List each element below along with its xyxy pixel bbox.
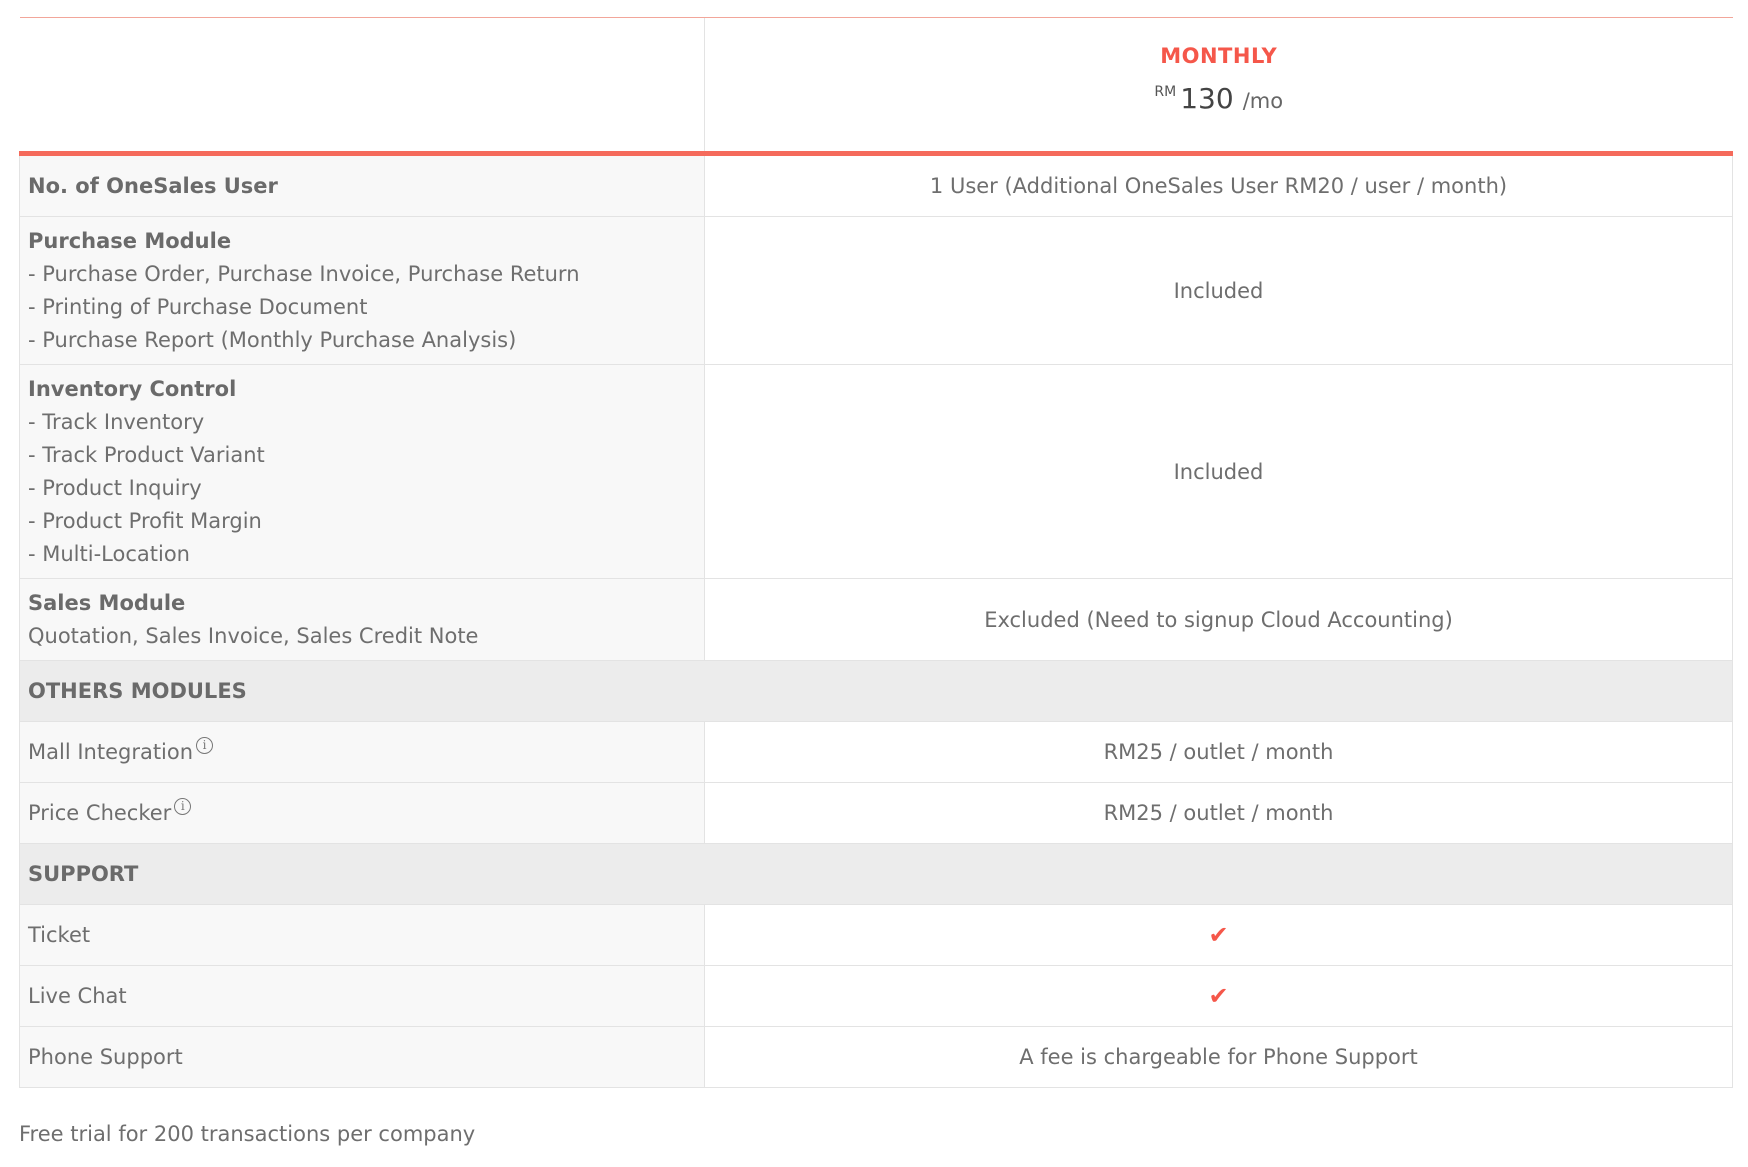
plan-header-row: MONTHLY RM 130 /mo xyxy=(19,17,1733,156)
table-row-inventory-control: Inventory Control - Track Inventory - Tr… xyxy=(19,364,1733,579)
row-label: Live Chat xyxy=(19,965,705,1027)
table-row-purchase-module: Purchase Module - Purchase Order, Purcha… xyxy=(19,216,1733,365)
row-value: 1 User (Additional OneSales User RM20 / … xyxy=(704,153,1733,217)
row-label: Sales Module Quotation, Sales Invoice, S… xyxy=(19,578,705,661)
table-row-phone-support: Phone Support A fee is chargeable for Ph… xyxy=(19,1026,1733,1088)
row-label: Phone Support xyxy=(19,1026,705,1088)
header-empty-cell xyxy=(19,17,705,156)
row-value: ✔ xyxy=(704,965,1733,1027)
row-label: Purchase Module - Purchase Order, Purcha… xyxy=(19,216,705,365)
plan-header-cell: MONTHLY RM 130 /mo xyxy=(704,17,1733,156)
row-label: Inventory Control - Track Inventory - Tr… xyxy=(19,364,705,579)
row-value: Included xyxy=(704,216,1733,365)
section-heading: SUPPORT xyxy=(19,843,1733,905)
feature-title: Inventory Control xyxy=(28,376,237,401)
plan-name: MONTHLY xyxy=(1160,44,1278,68)
price-amount: 130 xyxy=(1180,82,1234,115)
row-label: No. of OneSales User xyxy=(19,153,705,217)
table-row-users: No. of OneSales User 1 User (Additional … xyxy=(19,153,1733,217)
row-value: Excluded (Need to signup Cloud Accountin… xyxy=(704,578,1733,661)
table-row-sales-module: Sales Module Quotation, Sales Invoice, S… xyxy=(19,578,1733,661)
section-header-support: SUPPORT xyxy=(19,843,1733,905)
table-row-ticket: Ticket ✔ xyxy=(19,904,1733,966)
price-period: /mo xyxy=(1242,89,1284,113)
section-heading: OTHERS MODULES xyxy=(19,660,1733,722)
row-value: ✔ xyxy=(704,904,1733,966)
table-row-mall-integration: Mall Integration i RM25 / outlet / month xyxy=(19,721,1733,783)
footer-note: Free trial for 200 transactions per comp… xyxy=(19,1122,476,1146)
feature-item: - Product Inquiry xyxy=(28,475,202,500)
feature-item: - Printing of Purchase Document xyxy=(28,294,368,319)
row-label: Mall Integration i xyxy=(19,721,705,783)
row-value: A fee is chargeable for Phone Support xyxy=(704,1026,1733,1088)
info-icon[interactable]: i xyxy=(174,797,192,815)
check-icon: ✔ xyxy=(1208,982,1229,1010)
table-row-live-chat: Live Chat ✔ xyxy=(19,965,1733,1027)
feature-subtitle: Quotation, Sales Invoice, Sales Credit N… xyxy=(28,623,479,648)
feature-title: Sales Module xyxy=(28,590,186,615)
feature-item: - Track Inventory xyxy=(28,409,205,434)
pricing-table: MONTHLY RM 130 /mo No. of OneSales User 1… xyxy=(19,17,1733,1088)
feature-item: - Multi-Location xyxy=(28,541,190,566)
row-value: Included xyxy=(704,364,1733,579)
feature-item: - Product Profit Margin xyxy=(28,508,262,533)
table-row-price-checker: Price Checker i RM25 / outlet / month xyxy=(19,782,1733,844)
price-currency: RM xyxy=(1154,84,1177,100)
pricing-table-container: MONTHLY RM 130 /mo No. of OneSales User 1… xyxy=(19,17,1733,1088)
section-header-others: OTHERS MODULES xyxy=(19,660,1733,722)
plan-price: RM 130 /mo xyxy=(705,82,1733,115)
feature-item: - Track Product Variant xyxy=(28,442,265,467)
row-value: RM25 / outlet / month xyxy=(704,782,1733,844)
row-value: RM25 / outlet / month xyxy=(704,721,1733,783)
row-label: Ticket xyxy=(19,904,705,966)
feature-item: - Purchase Report (Monthly Purchase Anal… xyxy=(28,327,517,352)
check-icon: ✔ xyxy=(1208,921,1229,949)
info-icon[interactable]: i xyxy=(196,736,214,754)
feature-title: Purchase Module xyxy=(28,228,232,253)
row-label: Price Checker i xyxy=(19,782,705,844)
feature-item: - Purchase Order, Purchase Invoice, Purc… xyxy=(28,261,580,286)
